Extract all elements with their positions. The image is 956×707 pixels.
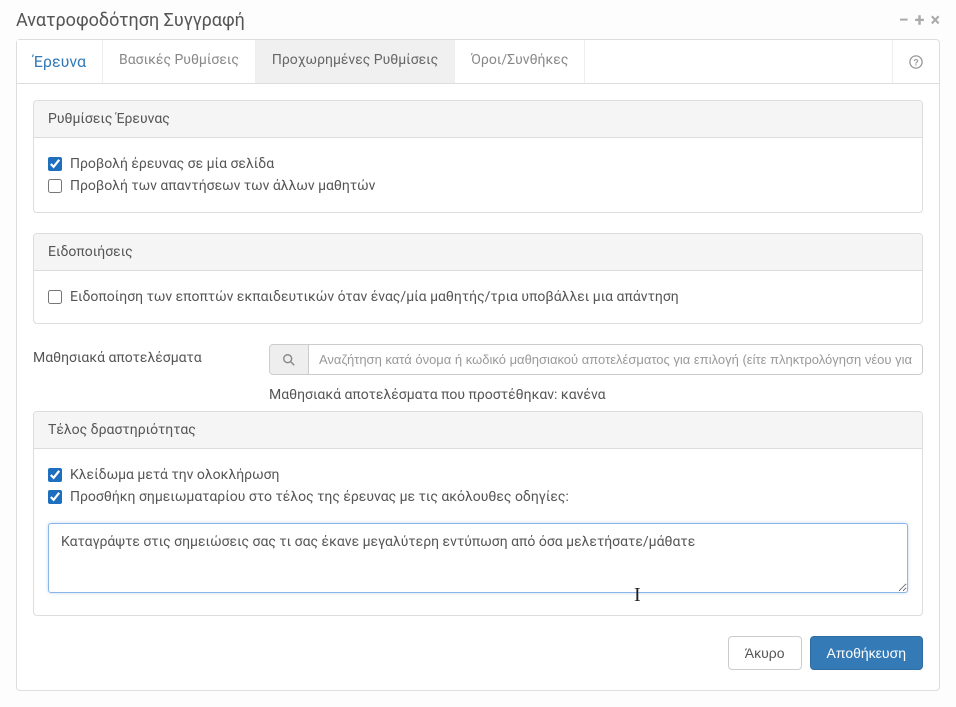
label-notify-monitors[interactable]: Ειδοποίηση των εποπτών εκπαιδευτικών ότα…: [70, 289, 679, 305]
search-outcomes-input[interactable]: [309, 345, 922, 374]
row-learning-outcomes: Μαθησιακά αποτελέσματα Μαθησιακά αποτελέ…: [33, 344, 923, 403]
panel-header-end-activity: Τέλος δραστηριότητας: [34, 412, 922, 449]
panel-notifications: Ειδοποιήσεις Ειδοποίηση των εποπτών εκπα…: [33, 233, 923, 324]
label-show-others[interactable]: Προβολή των απαντήσεων των άλλων μαθητών: [70, 178, 375, 194]
button-bar: Άκυρο Αποθήκευση: [33, 636, 923, 670]
tab-conditions[interactable]: Όροι/Συνθήκες: [455, 40, 585, 83]
content-area: Ρυθμίσεις Έρευνας Προβολή έρευνας σε μία…: [16, 84, 940, 691]
checkbox-show-others[interactable]: [48, 179, 62, 193]
maximize-icon[interactable]: +: [915, 12, 925, 30]
label-learning-outcomes: Μαθησιακά αποτελέσματα: [33, 344, 253, 366]
label-one-page[interactable]: Προβολή έρευνας σε μία σελίδα: [70, 156, 274, 172]
tab-advanced-settings[interactable]: Προχωρημένες Ρυθμίσεις: [256, 40, 455, 83]
window-controls: − + ×: [899, 12, 940, 30]
svg-text:?: ?: [913, 57, 918, 67]
outcomes-added-hint: Μαθησιακά αποτελέσματα που προστέθηκαν: …: [269, 387, 923, 403]
notebook-instructions-textarea[interactable]: [48, 523, 908, 593]
save-button[interactable]: Αποθήκευση: [810, 636, 923, 670]
modal-body: Έρευνα Βασικές Ρυθμίσεις Προχωρημένες Ρυ…: [0, 39, 956, 707]
tabs: Έρευνα Βασικές Ρυθμίσεις Προχωρημένες Ρυ…: [16, 39, 940, 84]
minimize-icon[interactable]: −: [899, 12, 909, 30]
checkbox-notify-monitors[interactable]: [48, 290, 62, 304]
label-lock-after[interactable]: Κλείδωμα μετά την ολοκλήρωση: [70, 467, 280, 483]
modal-header: Ανατροφοδότηση Συγγραφή − + ×: [0, 0, 956, 39]
panel-end-activity: Τέλος δραστηριότητας Κλείδωμα μετά την ο…: [33, 411, 923, 616]
cancel-button[interactable]: Άκυρο: [728, 636, 802, 670]
search-outcomes-group: [269, 344, 923, 375]
panel-header-survey: Ρυθμίσεις Έρευνας: [34, 101, 922, 138]
tab-spacer: [585, 40, 892, 83]
tab-basic-settings[interactable]: Βασικές Ρυθμίσεις: [103, 40, 256, 83]
panel-header-notifications: Ειδοποιήσεις: [34, 234, 922, 271]
label-add-notebook[interactable]: Προσθήκη σημειωματαρίου στο τέλος της έρ…: [70, 489, 569, 505]
tab-research[interactable]: Έρευνα: [17, 40, 103, 83]
search-icon: [270, 345, 309, 374]
checkbox-one-page[interactable]: [48, 157, 62, 171]
close-icon[interactable]: ×: [930, 12, 940, 30]
help-icon[interactable]: ?: [892, 40, 939, 83]
panel-survey-settings: Ρυθμίσεις Έρευνας Προβολή έρευνας σε μία…: [33, 100, 923, 213]
modal-title: Ανατροφοδότηση Συγγραφή: [16, 10, 245, 31]
checkbox-lock-after[interactable]: [48, 468, 62, 482]
checkbox-add-notebook[interactable]: [48, 490, 62, 504]
